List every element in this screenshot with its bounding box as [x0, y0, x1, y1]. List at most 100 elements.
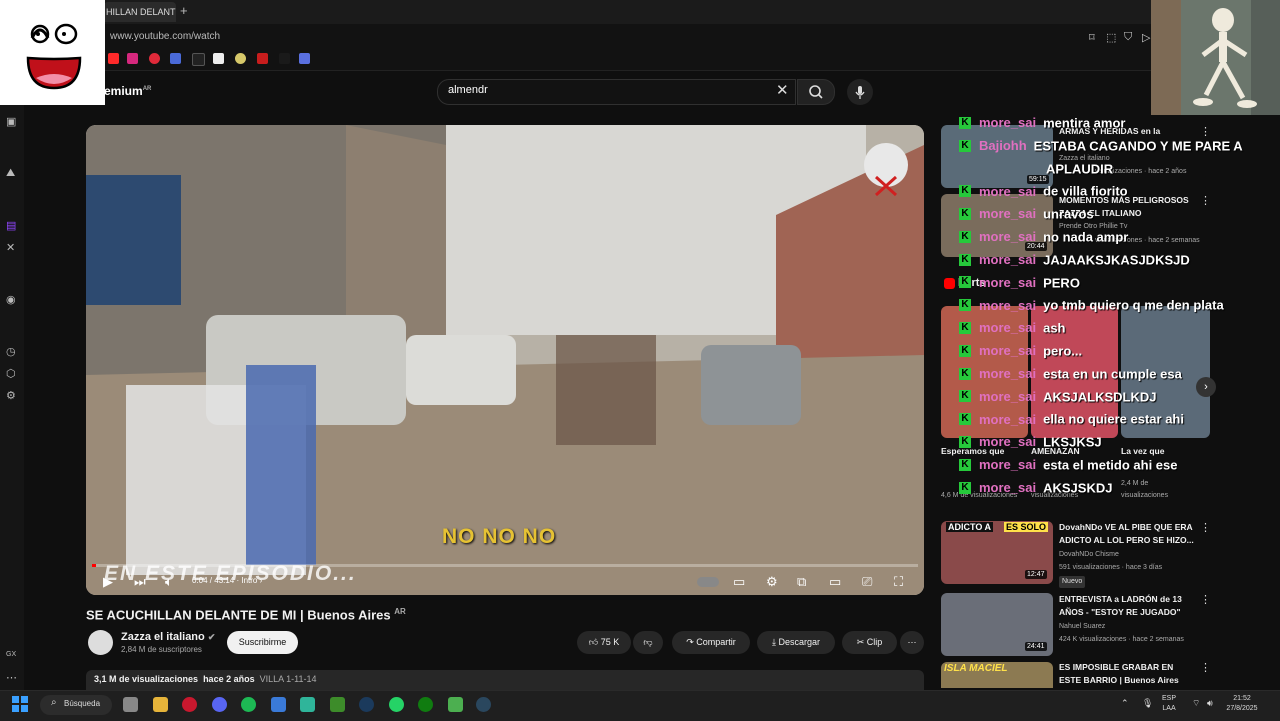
video-tag[interactable]: VILLA 1-11-14	[260, 674, 317, 684]
chat-username: more_sai	[979, 297, 1037, 313]
tray-chevron-icon[interactable]: ⌃	[1121, 698, 1129, 708]
voice-search-button[interactable]	[847, 79, 873, 105]
screenshot-icon[interactable]: ⬚	[1106, 31, 1116, 44]
task-view-icon[interactable]	[123, 697, 138, 712]
opera-gx-icon[interactable]	[182, 697, 197, 712]
steam-icon[interactable]	[359, 697, 374, 712]
theater-mode-icon[interactable]: ▭	[829, 574, 841, 590]
clock[interactable]: 21:52 27/8/2025	[1222, 694, 1262, 714]
more-options-icon[interactable]: ⋮	[1200, 661, 1211, 674]
photos-icon[interactable]	[271, 697, 286, 712]
clip-button[interactable]: ✂ Clip	[842, 631, 897, 654]
netflix-bookmark-icon[interactable]	[257, 53, 268, 64]
chat-username: more_sai	[979, 229, 1037, 245]
minecraft-launcher-icon[interactable]	[330, 697, 345, 712]
spotify-icon[interactable]	[241, 697, 256, 712]
next-button[interactable]: ⏭	[134, 574, 146, 590]
recommendation-title-line2[interactable]: ADICTO AL LOL PERO SE HIZO...	[1059, 534, 1194, 546]
volume-icon[interactable]: 🔈︎	[165, 574, 173, 590]
volume-tray-icon[interactable]: 🔊︎	[1207, 698, 1213, 708]
chapter-label[interactable]: Intro	[241, 576, 257, 585]
tiktok-bookmark-icon[interactable]	[192, 53, 205, 66]
more-options-icon[interactable]: ⋮	[1200, 521, 1211, 534]
kick-badge-icon: K	[959, 116, 971, 129]
chat-text: PERO	[1043, 274, 1080, 290]
play-icon[interactable]: ▷	[1142, 31, 1150, 44]
windows-start-icon[interactable]	[12, 696, 28, 712]
workspace-icon[interactable]: ▣	[6, 115, 16, 128]
settings-gear-icon[interactable]: ⚙	[766, 574, 778, 590]
chat-message: Kmore_sai ella no quiere estar ahi	[959, 410, 1184, 430]
whatsapp-icon[interactable]	[389, 697, 404, 712]
player-icon[interactable]: ◉	[6, 293, 16, 306]
tab-title: HILLAN DELANTE	[106, 7, 176, 17]
discord-icon[interactable]	[212, 697, 227, 712]
captions-icon[interactable]: ▭	[733, 574, 745, 590]
document-bookmark-icon[interactable]	[213, 53, 224, 64]
next-shorts-icon[interactable]: ›	[1196, 377, 1216, 397]
youtube-logo[interactable]: emiumAR	[104, 84, 151, 98]
recommendation-channel[interactable]: DovahNDo Chisme	[1059, 549, 1119, 561]
progress-bar[interactable]	[92, 564, 918, 567]
like-icon: 👍︎	[588, 637, 599, 647]
recommendation-title[interactable]: DovahNDo VE AL PIBE QUE ERA	[1059, 521, 1193, 533]
download-button[interactable]: ⤓ Descargar	[757, 631, 835, 654]
language-indicator[interactable]: ESP LAA	[1162, 694, 1176, 714]
autoplay-toggle[interactable]	[697, 577, 719, 587]
wifi-icon[interactable]: ⌔	[1192, 698, 1200, 708]
clear-search-icon[interactable]: ✕	[776, 81, 789, 99]
more-actions-button[interactable]: ⋯	[900, 631, 924, 654]
extensions-icon[interactable]: ⬡	[6, 367, 16, 380]
chat-username: more_sai	[979, 252, 1037, 268]
coin-bookmark-icon[interactable]	[235, 53, 246, 64]
xbox-icon[interactable]	[418, 697, 433, 712]
recommendation-title[interactable]: ENTREVISTA a LADRÓN de 13	[1059, 593, 1182, 605]
pinterest-bookmark-icon[interactable]	[149, 53, 160, 64]
channel-avatar[interactable]	[88, 630, 113, 655]
instagram-bookmark-icon[interactable]	[127, 53, 138, 64]
discord-bookmark-icon[interactable]	[170, 53, 181, 64]
share-button[interactable]: ↷ Compartir	[672, 631, 750, 654]
shield-icon[interactable]: ⛉	[1124, 31, 1132, 44]
twitch-icon[interactable]: ▤	[6, 219, 16, 232]
blank-bookmark-icon[interactable]	[279, 53, 290, 64]
dislike-button[interactable]: 👎︎	[633, 631, 663, 654]
aria-icon[interactable]: ⛰	[6, 167, 15, 180]
discord2-bookmark-icon[interactable]	[299, 53, 310, 64]
youtube-bookmark-icon[interactable]	[108, 53, 119, 64]
gx-label[interactable]: GX	[6, 651, 16, 658]
new-tab-icon[interactable]: +	[180, 3, 188, 18]
search-button[interactable]	[797, 79, 835, 105]
history-icon[interactable]: ◷	[6, 345, 16, 358]
progress-fill	[92, 564, 97, 567]
recommendation-channel[interactable]: Nahuel Suarez	[1059, 621, 1105, 633]
microphone-tray-icon[interactable]: 🎙︎	[1142, 698, 1153, 708]
bookmark-icon[interactable]: ⌑	[1089, 31, 1095, 44]
play-button[interactable]: ▶	[103, 574, 113, 590]
subscribe-button[interactable]: Suscribirme	[227, 631, 298, 654]
search-input[interactable]: almendr	[448, 84, 488, 96]
more-options-icon[interactable]: ⋮	[1200, 593, 1211, 606]
tab-bar	[0, 0, 1280, 24]
url-text[interactable]: www.youtube.com/watch	[110, 31, 220, 42]
browser-tab[interactable]: HILLAN DELANTE	[104, 2, 176, 22]
kick-badge-icon: K	[959, 367, 971, 380]
channel-name[interactable]: Zazza el italiano ✔	[121, 631, 215, 643]
file-explorer-icon[interactable]	[153, 697, 168, 712]
more-options-icon[interactable]: ⋮	[1200, 194, 1211, 207]
app-icon[interactable]	[300, 697, 315, 712]
more-icon[interactable]: ⋯	[6, 671, 17, 684]
steam2-icon[interactable]	[476, 697, 491, 712]
chat-text: yo tmb quiero q me den plata	[1043, 297, 1224, 313]
miniplayer-icon[interactable]: ⧉	[797, 574, 806, 590]
recommendation-title-line2[interactable]: AÑOS - "ESTOY RE JUGADO"	[1059, 606, 1181, 618]
x-icon[interactable]: ✕	[6, 241, 15, 254]
like-button[interactable]: 👍︎ 75 K	[577, 631, 631, 654]
recommendation-title-line2[interactable]: ESTE BARRIO | Buenos Aires	[1059, 674, 1179, 686]
minecraft-icon[interactable]	[448, 697, 463, 712]
recommendation-title[interactable]: ES IMPOSIBLE GRABAR EN	[1059, 661, 1173, 673]
fullscreen-icon[interactable]: ⛶	[894, 574, 903, 590]
cast-icon[interactable]: ⎚	[862, 574, 872, 590]
settings-icon[interactable]: ⚙	[6, 389, 16, 402]
search-box[interactable]	[437, 79, 796, 105]
